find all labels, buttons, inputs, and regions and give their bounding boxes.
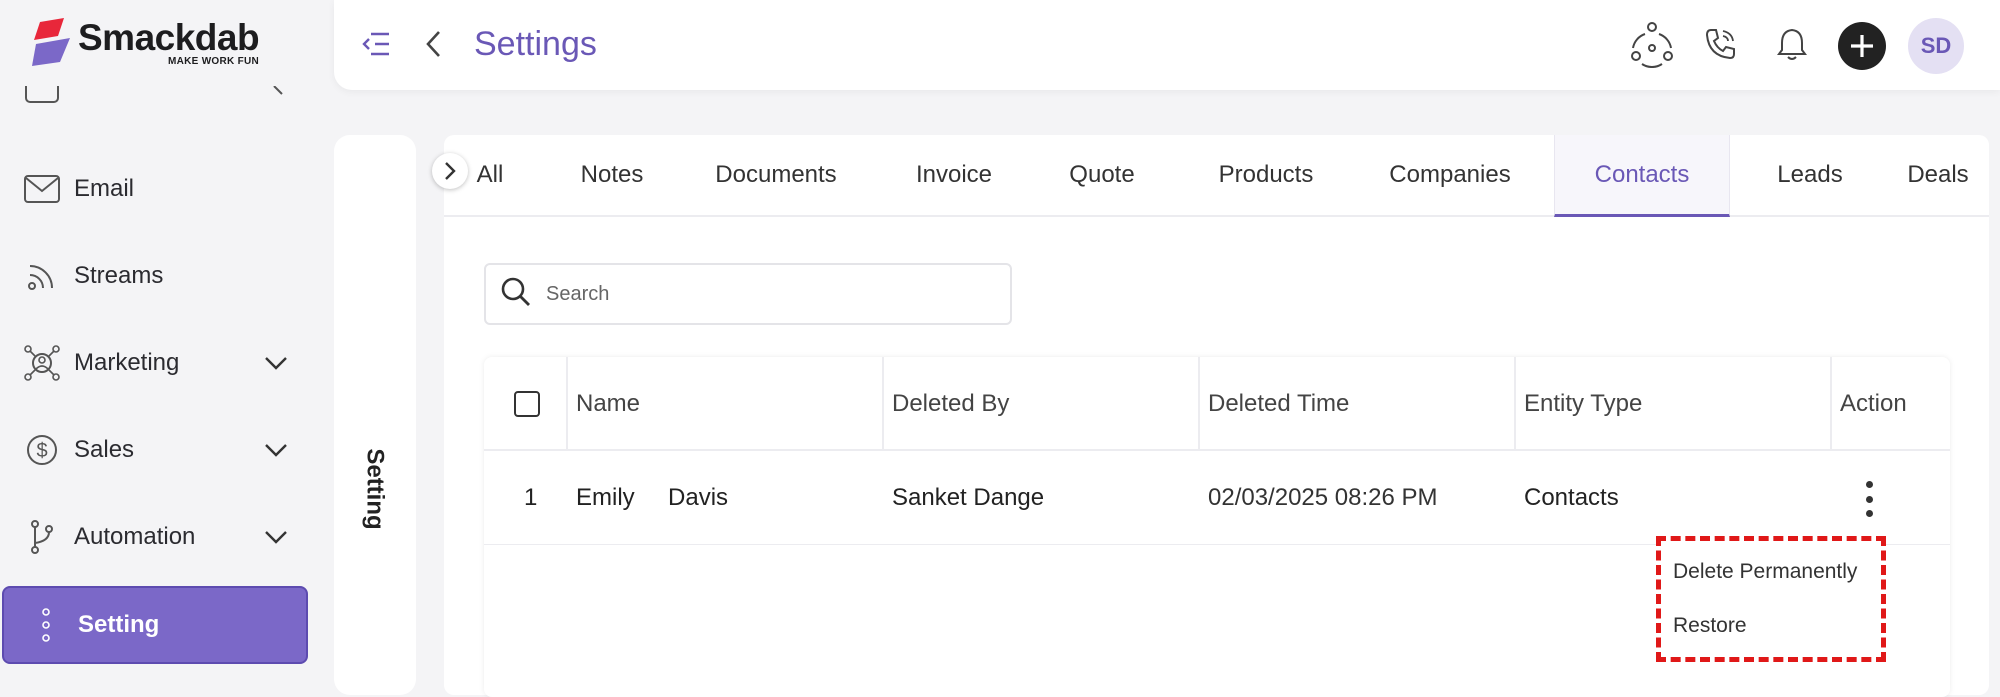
row-first-name: Emily: [576, 484, 635, 511]
sidebar-item-label: Streams: [74, 262, 164, 289]
tab-invoice[interactable]: Invoice: [904, 135, 1004, 217]
column-header-deleted-by[interactable]: Deleted By: [884, 357, 1200, 451]
select-all-checkbox[interactable]: [514, 391, 540, 417]
mail-icon: [22, 169, 62, 209]
sidebar-item-label: Sales: [74, 436, 135, 463]
action-dropdown-menu: Delete Permanently Restore: [1656, 536, 1886, 662]
row-deleted-by: Sanket Dange: [892, 484, 1045, 511]
tab-products[interactable]: Products: [1208, 135, 1324, 217]
user-avatar[interactable]: SD: [1908, 18, 1964, 74]
row-index: 1: [524, 484, 538, 511]
tab-companies[interactable]: Companies: [1380, 135, 1520, 217]
row-deleted-time: 02/03/2025 08:26 PM: [1208, 484, 1438, 511]
logo-mark-icon: [30, 18, 74, 66]
phone-icon[interactable]: [1698, 22, 1742, 66]
tab-documents[interactable]: Documents: [706, 135, 846, 217]
setting-vertical-label: Setting: [361, 448, 389, 530]
sidebar-item-label: Marketing: [74, 349, 180, 376]
search-icon: [500, 276, 532, 313]
tab-contacts[interactable]: Contacts: [1554, 135, 1730, 217]
sidebar-item-sales[interactable]: $ Sales: [0, 418, 312, 482]
sidebar-item-label: Automation: [74, 523, 196, 550]
entity-tabs: All Notes Documents Invoice Quote Produc…: [432, 135, 1989, 217]
branch-icon: [22, 517, 62, 557]
column-header-name[interactable]: Name: [568, 357, 884, 451]
tab-deals[interactable]: Deals: [1896, 135, 1980, 217]
sidebar-item-partial[interactable]: [22, 86, 292, 120]
plus-icon: [1851, 35, 1873, 57]
sidebar-item-label: Email: [74, 175, 135, 202]
row-entity-type: Contacts: [1524, 484, 1619, 511]
page-title: Settings: [474, 25, 597, 63]
chevron-down-icon[interactable]: [262, 436, 290, 471]
sidebar-item-email[interactable]: Email: [0, 157, 312, 221]
column-header-entity-type[interactable]: Entity Type: [1516, 357, 1832, 451]
setting-side-panel: Setting: [334, 135, 416, 695]
tab-quote[interactable]: Quote: [1060, 135, 1144, 217]
expand-panel-button[interactable]: [432, 153, 468, 189]
top-header: Settings SD: [334, 0, 2000, 90]
tab-leads[interactable]: Leads: [1760, 135, 1860, 217]
row-action-menu-icon[interactable]: [1854, 481, 1884, 517]
logo-name: Smackdab: [78, 17, 260, 58]
table-row[interactable]: 1 Emily Davis Sanket Dange 02/03/2025 08…: [484, 451, 1950, 545]
sidebar: Smackdab MAKE WORK FUN Email Streams Mar…: [0, 0, 312, 675]
smackdab-logo[interactable]: Smackdab MAKE WORK FUN: [30, 17, 260, 67]
chevron-down-icon[interactable]: [262, 523, 290, 558]
dollar-icon: $: [22, 430, 62, 470]
add-new-button[interactable]: [1838, 22, 1886, 70]
restore-option[interactable]: Restore: [1673, 603, 1881, 657]
table-header: Name Deleted By Deleted Time Entity Type…: [484, 357, 1950, 451]
bell-icon[interactable]: [1770, 22, 1814, 66]
search-box: [484, 263, 1012, 325]
sidebar-item-automation[interactable]: Automation: [0, 505, 312, 569]
vertical-dots-icon: [26, 605, 66, 645]
sidebar-item-label: Setting: [78, 611, 160, 638]
back-arrow-icon[interactable]: [412, 22, 456, 66]
chevron-down-icon[interactable]: [262, 349, 290, 384]
column-header-action: Action: [1840, 390, 1907, 417]
rss-icon: [22, 256, 62, 296]
sidebar-item-streams[interactable]: Streams: [0, 244, 312, 308]
sidebar-item-marketing[interactable]: Marketing: [0, 331, 312, 395]
team-network-icon[interactable]: [1626, 18, 1678, 70]
marketing-icon: [22, 343, 62, 383]
column-header-deleted-time[interactable]: Deleted Time: [1200, 357, 1516, 451]
tab-notes[interactable]: Notes: [572, 135, 652, 217]
sidebar-item-setting[interactable]: Setting: [2, 586, 308, 664]
tab-all[interactable]: All: [470, 135, 510, 217]
collapse-menu-icon[interactable]: [354, 22, 398, 66]
chevron-right-icon: [445, 162, 456, 180]
svg-text:$: $: [36, 440, 47, 462]
delete-permanently-option[interactable]: Delete Permanently: [1673, 549, 1881, 603]
row-name[interactable]: Emily Davis: [568, 451, 884, 545]
row-last-name: Davis: [668, 484, 729, 511]
search-input[interactable]: [544, 281, 984, 307]
